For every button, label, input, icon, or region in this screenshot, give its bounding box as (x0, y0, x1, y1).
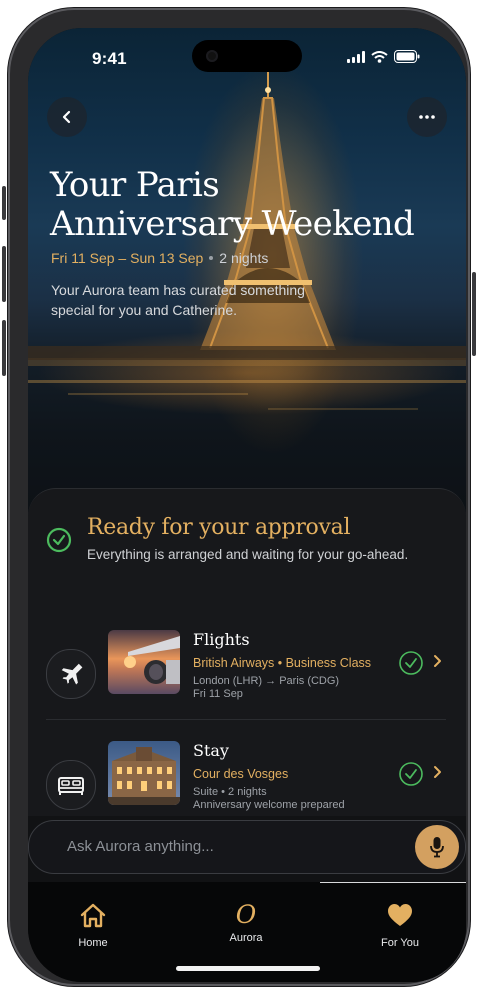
phone-frame: 9:41 Your Paris Anniversary Weekend Fri … (2, 8, 476, 986)
tab-bar: Home O Aurora For You (28, 882, 466, 982)
divider (46, 719, 446, 720)
microphone-icon (430, 837, 444, 858)
tab-aurora[interactable]: O Aurora (206, 900, 286, 945)
item-detail: Fri 11 Sep (193, 688, 243, 700)
night-count: 2 nights (219, 250, 269, 266)
item-detail: Anniversary welcome prepared (193, 799, 345, 811)
wifi-icon (371, 50, 388, 63)
page-title: Your Paris Anniversary Weekend (50, 166, 440, 244)
item-detail: London (LHR) → Paris (CDG) (193, 675, 340, 687)
silent-switch (2, 186, 6, 220)
list-item-flights[interactable]: Flights British Airways • Business Class… (28, 630, 466, 730)
tab-label: For You (381, 937, 419, 949)
chevron-left-icon (62, 110, 71, 124)
stay-icon-badge (46, 760, 96, 810)
airplane-wing-image (108, 630, 180, 694)
hero-image: 9:41 Your Paris Anniversary Weekend Fri … (28, 28, 466, 548)
heart-icon (388, 904, 412, 926)
status-icons (347, 50, 420, 63)
check-circle-icon (46, 527, 72, 553)
approval-subtitle: Everything is arranged and waiting for y… (87, 547, 409, 562)
approved-check-icon (399, 651, 423, 675)
aurora-logo-icon: O (235, 900, 257, 929)
screen: 9:41 Your Paris Anniversary Weekend Fri … (28, 28, 466, 982)
approval-title: Ready for your approval (87, 515, 351, 540)
item-title: Flights (193, 630, 250, 649)
home-indicator[interactable] (176, 966, 320, 971)
tab-label: Aurora (229, 932, 263, 944)
tab-label: Home (78, 937, 108, 949)
item-title: Stay (193, 741, 229, 760)
more-options-button[interactable] (407, 97, 447, 137)
more-dots-icon (419, 115, 435, 119)
status-time: 9:41 (92, 49, 127, 68)
item-subtitle: Cour des Vosges (193, 767, 289, 781)
dynamic-island (192, 40, 302, 72)
page-title-line1: Your Paris (50, 165, 220, 205)
tab-for-you[interactable]: For You (360, 902, 440, 949)
volume-down-button (2, 320, 6, 376)
bed-icon (58, 777, 84, 795)
airplane-icon (61, 663, 83, 685)
date-range: Fri 11 Sep – Sun 13 Sep (51, 250, 204, 266)
volume-up-button (2, 246, 6, 302)
ask-placeholder: Ask Aurora anything... (67, 838, 214, 855)
flight-thumbnail (108, 630, 180, 694)
voice-input-button[interactable] (415, 825, 459, 869)
chevron-right-icon[interactable] (433, 654, 443, 668)
separator-dot (209, 256, 214, 260)
tab-home[interactable]: Home (53, 902, 133, 949)
intro-text: Your Aurora team has curated something s… (51, 282, 305, 318)
page-title-line2: Anniversary Weekend (50, 204, 415, 244)
status-bar: 9:41 (28, 40, 466, 72)
chevron-right-icon[interactable] (433, 765, 443, 779)
power-button (472, 272, 476, 356)
item-detail: Suite • 2 nights (193, 786, 267, 798)
hotel-building-image (108, 741, 180, 805)
back-button[interactable] (47, 97, 87, 137)
home-icon (80, 903, 106, 928)
item-subtitle: British Airways • Business Class (193, 656, 372, 670)
tab-selected-indicator (320, 882, 466, 883)
trip-dates: Fri 11 Sep – Sun 13 Sep 2 nights (51, 250, 268, 266)
signal-icon (347, 50, 365, 63)
flight-icon-badge (46, 649, 96, 699)
hotel-thumbnail (108, 741, 180, 805)
ask-bar-container: Ask Aurora anything... (28, 816, 466, 884)
ask-aurora-input[interactable]: Ask Aurora anything... (28, 820, 466, 874)
approved-check-icon (399, 762, 423, 786)
battery-icon (394, 50, 420, 63)
